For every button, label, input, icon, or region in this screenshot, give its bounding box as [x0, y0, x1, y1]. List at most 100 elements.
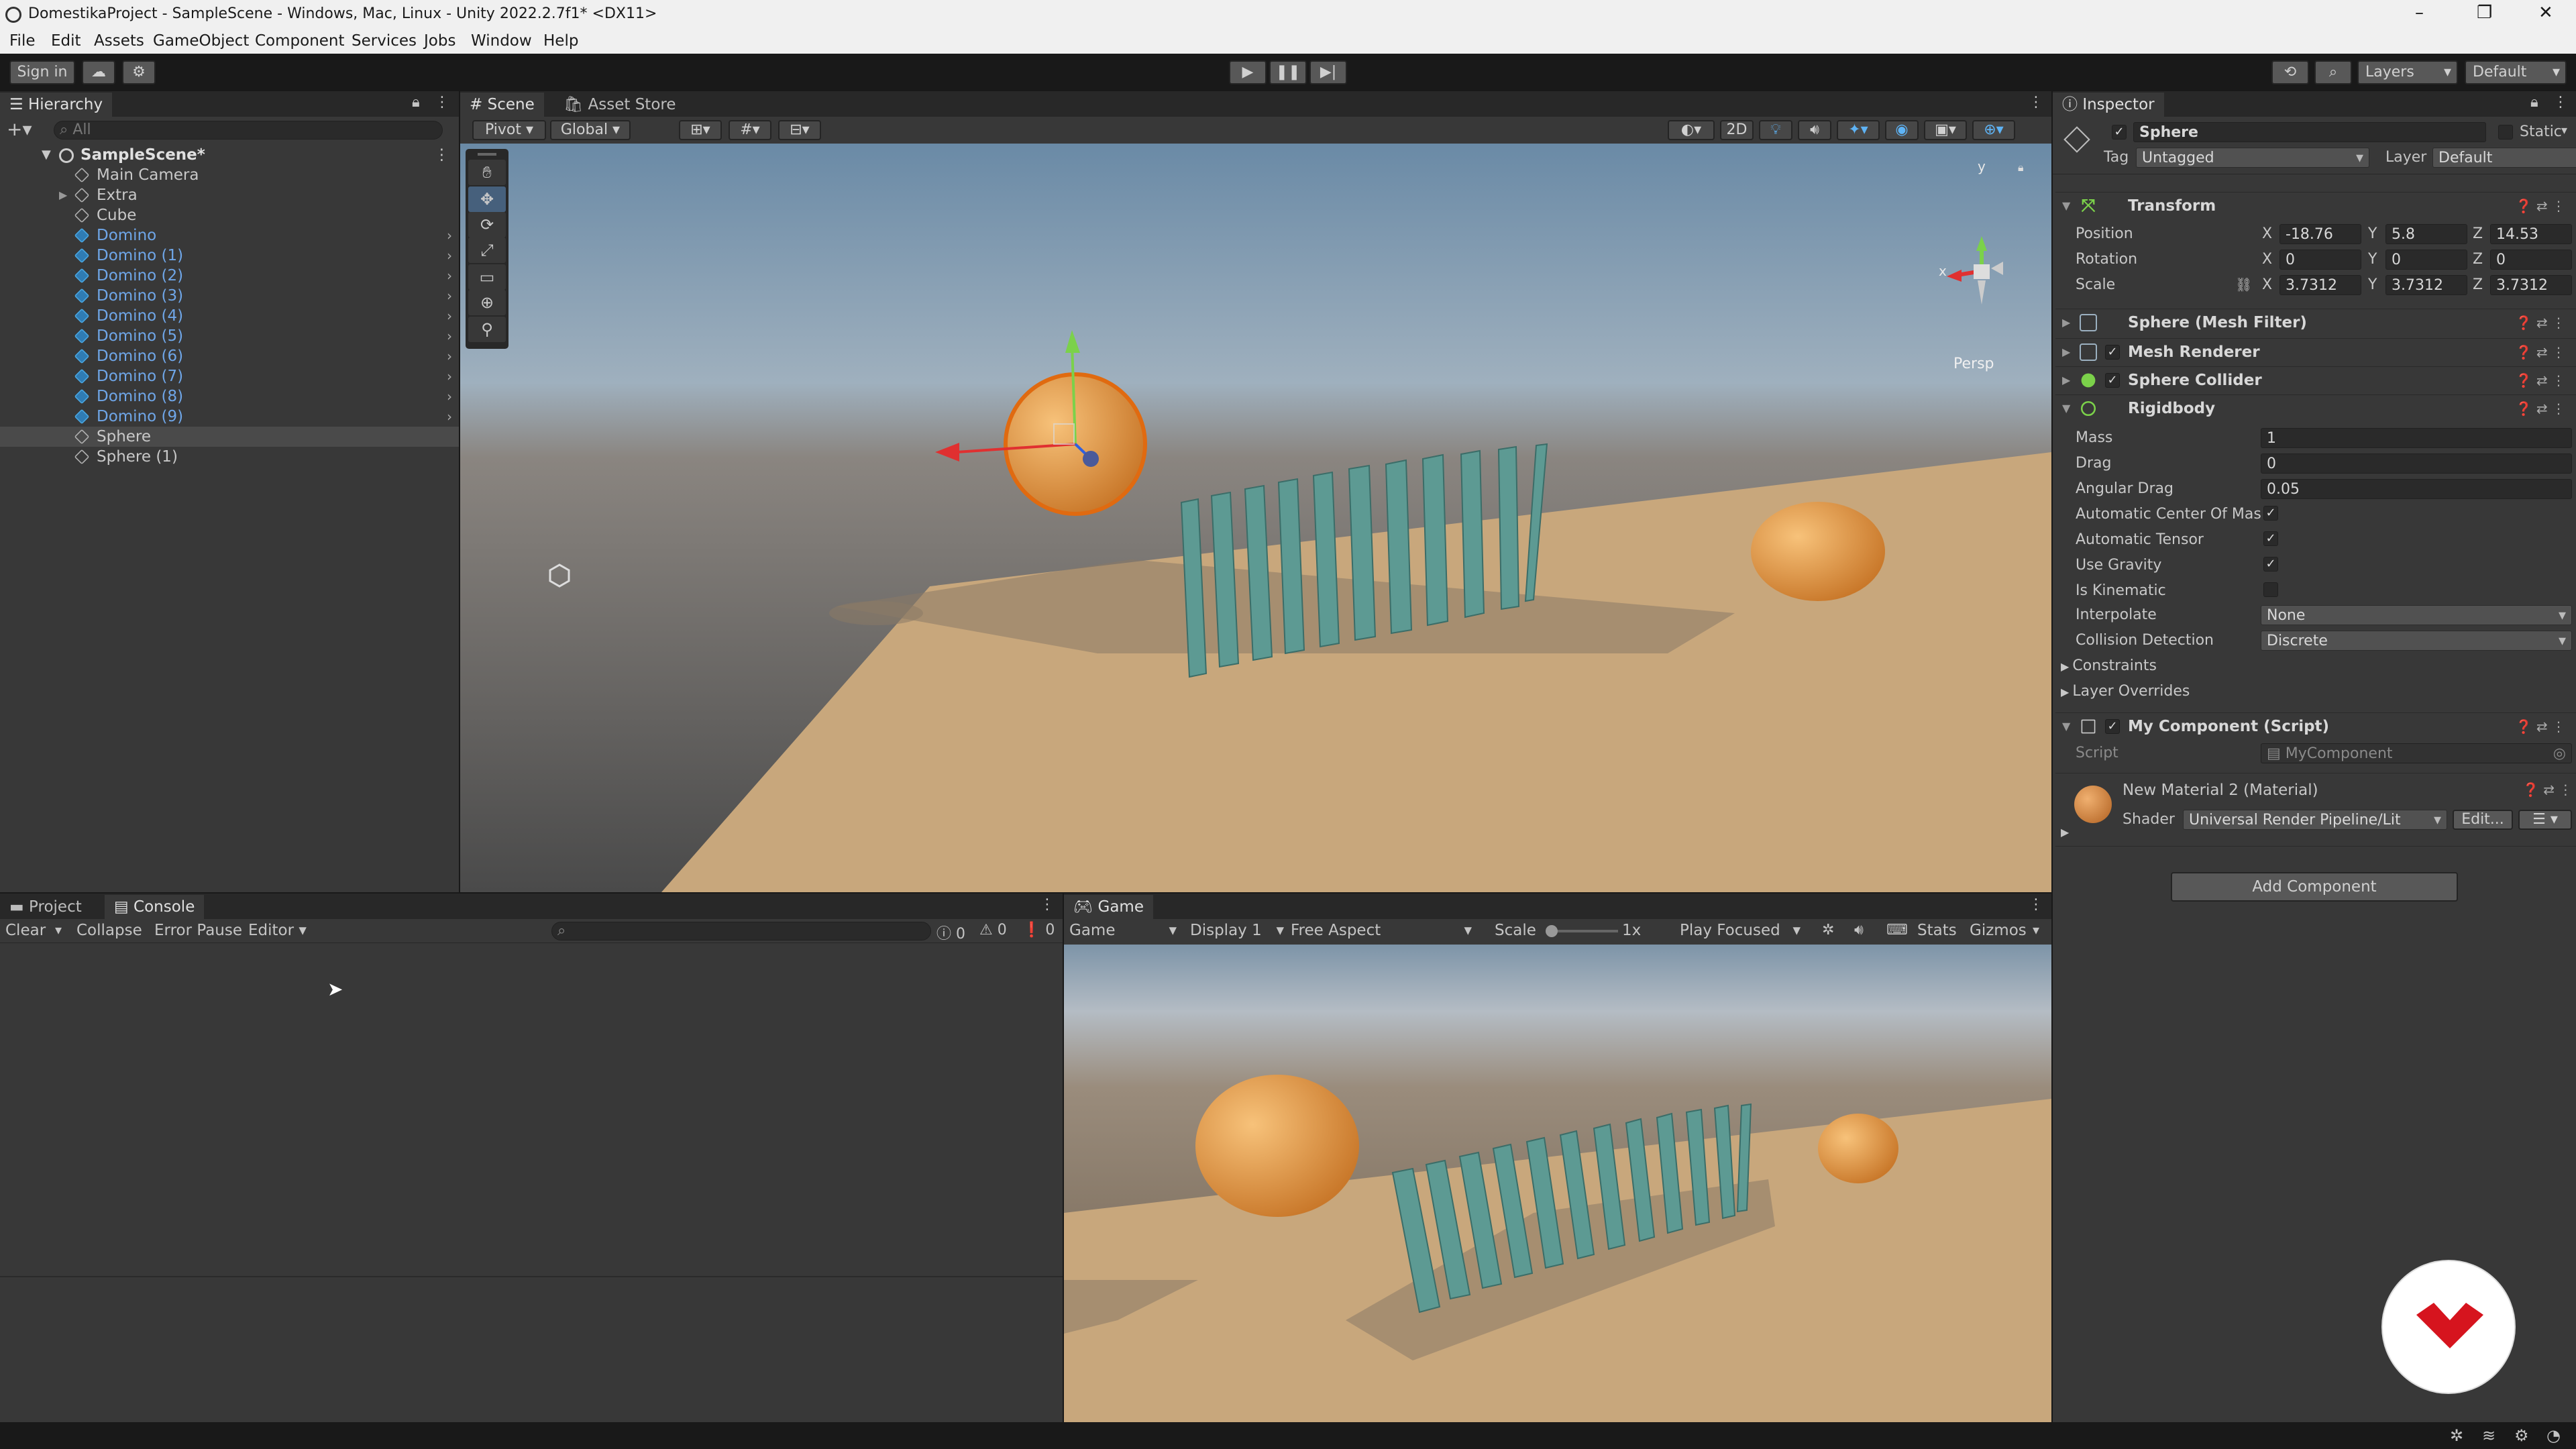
play-mode-dropdown[interactable]: Play Focused ▾	[1680, 922, 1801, 939]
hierarchy-item[interactable]: Sphere	[0, 427, 459, 447]
chevron-right-icon[interactable]: ›	[447, 326, 452, 346]
collision-detection-dropdown[interactable]: Discrete	[2261, 631, 2572, 651]
audio-icon[interactable]: 🔊︎	[1798, 120, 1831, 140]
object-name-input[interactable]: Sphere	[2133, 122, 2486, 142]
close-button[interactable]: ✕	[2538, 3, 2553, 23]
kebab-menu-icon[interactable]: ⋮	[2029, 94, 2043, 111]
hierarchy-item[interactable]: Sphere (1)	[0, 447, 459, 467]
custom-tool[interactable]: ⚲	[468, 317, 506, 342]
rotation-y-field[interactable]: 0	[2385, 250, 2467, 270]
draw-mode-button[interactable]: ◐▾	[1668, 120, 1715, 140]
position-x-field[interactable]: -18.76	[2279, 224, 2361, 244]
persp-label[interactable]: Persp	[1953, 356, 1994, 372]
hierarchy-item[interactable]: Domino (6) ›	[0, 346, 459, 366]
search-icon[interactable]: ⌕	[2314, 60, 2352, 85]
my-component-checkbox[interactable]: ✓	[2105, 719, 2120, 734]
clear-button[interactable]: Clear	[5, 922, 46, 939]
lock-icon[interactable]: 🔒︎	[412, 94, 420, 111]
tab-hierarchy[interactable]: ☰ Hierarchy	[0, 93, 113, 117]
game-view-dropdown[interactable]: Game ▾	[1069, 922, 1177, 939]
chevron-right-icon[interactable]: ›	[447, 346, 452, 366]
error-count-toggle[interactable]: ❗ 0	[1022, 922, 1055, 938]
history-icon[interactable]: ⟲	[2271, 60, 2309, 85]
scale-tool[interactable]: ⤢	[468, 237, 506, 263]
warning-count-toggle[interactable]: ⚠ 0	[979, 922, 1007, 938]
chevron-right-icon[interactable]: ›	[447, 407, 452, 427]
scale-x-field[interactable]: 3.7312	[2279, 275, 2361, 295]
console-search-input[interactable]: ⌕	[551, 922, 931, 941]
mass-field[interactable]: 1	[2261, 428, 2572, 448]
scale-z-field[interactable]: 3.7312	[2490, 275, 2572, 295]
drag-field[interactable]: 0	[2261, 453, 2572, 474]
grid-visibility-button[interactable]: #▾	[729, 120, 771, 140]
add-icon[interactable]: +▾	[7, 118, 32, 140]
layer-dropdown[interactable]: Default	[2432, 148, 2576, 168]
chevron-right-icon[interactable]: ›	[447, 386, 452, 407]
object-picker-icon[interactable]: ◎	[2553, 744, 2566, 764]
static-dropdown-icon[interactable]: ▾	[2561, 123, 2567, 138]
scale-slider[interactable]	[1546, 925, 1618, 937]
mesh-renderer-checkbox[interactable]: ✓	[2105, 345, 2120, 360]
play-button[interactable]: ▶	[1229, 60, 1267, 85]
menu-component[interactable]: Component	[255, 32, 345, 50]
is-kinematic-checkbox[interactable]	[2263, 582, 2278, 597]
error-pause-button[interactable]: Error Pause	[154, 922, 242, 939]
lock-icon[interactable]: 🔒︎	[2530, 94, 2538, 111]
use-gravity-checkbox[interactable]: ✓	[2263, 557, 2278, 572]
scale-slider-thumb[interactable]	[1546, 925, 1558, 937]
hierarchy-item[interactable]: Cube	[0, 205, 459, 225]
component-controls[interactable]: ❓ ⇄ ⋮	[2516, 395, 2565, 422]
tools-drag-handle[interactable]	[478, 153, 496, 156]
step-button[interactable]: ▶|	[1309, 60, 1347, 85]
kebab-menu-icon[interactable]: ⋮	[435, 94, 449, 111]
chevron-right-icon[interactable]: ›	[447, 366, 452, 386]
scale-lock-icon[interactable]: ⛓	[2235, 276, 2252, 292]
component-controls[interactable]: ❓ ⇄ ⋮	[2516, 713, 2565, 740]
clear-options-icon[interactable]: ▾	[55, 922, 62, 938]
component-controls[interactable]: ❓ ⇄ ⋮	[2522, 782, 2572, 798]
component-controls[interactable]: ❓ ⇄ ⋮	[2516, 339, 2565, 366]
tab-asset-store[interactable]: 🛍︎ Asset Store	[554, 93, 686, 117]
lock-icon[interactable]: 🔒︎	[2018, 161, 2024, 174]
hierarchy-item[interactable]: Domino (9) ›	[0, 407, 459, 427]
cloud-icon[interactable]: ☁	[82, 60, 115, 85]
component-controls[interactable]: ❓ ⇄ ⋮	[2516, 193, 2565, 219]
stats-button[interactable]: Stats	[1917, 922, 1957, 939]
chevron-right-icon[interactable]: ›	[447, 225, 452, 246]
grid-snap-button[interactable]: ⊞▾	[679, 120, 722, 140]
hierarchy-item[interactable]: Domino (3) ›	[0, 286, 459, 306]
transform-header[interactable]: ▼ ⤧ Transform ❓ ⇄ ⋮	[2055, 192, 2576, 219]
mesh-renderer-header[interactable]: ▶ ✓ Mesh Renderer ❓ ⇄ ⋮	[2055, 338, 2576, 365]
chevron-right-icon[interactable]: ›	[447, 266, 452, 286]
lighting-icon[interactable]: 💡︎	[1759, 120, 1792, 140]
rotation-z-field[interactable]: 0	[2490, 250, 2572, 270]
sign-in-button[interactable]: Sign in	[9, 60, 75, 85]
layout-dropdown[interactable]: Default ▾	[2465, 60, 2567, 85]
maximize-button[interactable]: ❐	[2477, 3, 2492, 23]
pivot-dropdown[interactable]: Pivot ▾	[472, 120, 546, 140]
console-log-area[interactable]	[0, 943, 1063, 1281]
menu-jobs[interactable]: Jobs	[424, 32, 455, 50]
aspect-dropdown[interactable]: Free Aspect ▾	[1291, 922, 1472, 939]
chevron-right-icon[interactable]: ›	[447, 286, 452, 306]
hierarchy-item[interactable]: Domino (2) ›	[0, 266, 459, 286]
add-component-button[interactable]: Add Component	[2171, 872, 2458, 902]
chevron-right-icon[interactable]: ›	[447, 246, 452, 266]
kebab-menu-icon[interactable]: ⋮	[2029, 896, 2043, 913]
hierarchy-item[interactable]: Domino (4) ›	[0, 306, 459, 326]
layers-dropdown[interactable]: Layers ▾	[2357, 60, 2458, 85]
pause-button[interactable]: ❚❚	[1269, 60, 1307, 85]
gizmos-button[interactable]: Gizmos	[1970, 922, 2027, 939]
mesh-filter-header[interactable]: ▶ Sphere (Mesh Filter) ❓ ⇄ ⋮	[2055, 309, 2576, 335]
network-icon[interactable]: ⚙	[2514, 1426, 2529, 1445]
hierarchy-item[interactable]: Domino (5) ›	[0, 326, 459, 346]
shader-options-button[interactable]: ☰ ▾	[2518, 810, 2572, 830]
scene-root-row[interactable]: ▼ SampleScene* ⋮	[0, 145, 459, 165]
menu-window[interactable]: Window	[471, 32, 532, 50]
progress-icon[interactable]: ◔	[2546, 1426, 2561, 1445]
game-viewport[interactable]	[1064, 945, 2051, 1422]
angular-drag-field[interactable]: 0.05	[2261, 479, 2572, 499]
keyboard-icon[interactable]: ⌨	[1886, 922, 1908, 938]
shader-dropdown[interactable]: Universal Render Pipeline/Lit	[2183, 810, 2447, 830]
hierarchy-item[interactable]: Domino (7) ›	[0, 366, 459, 386]
